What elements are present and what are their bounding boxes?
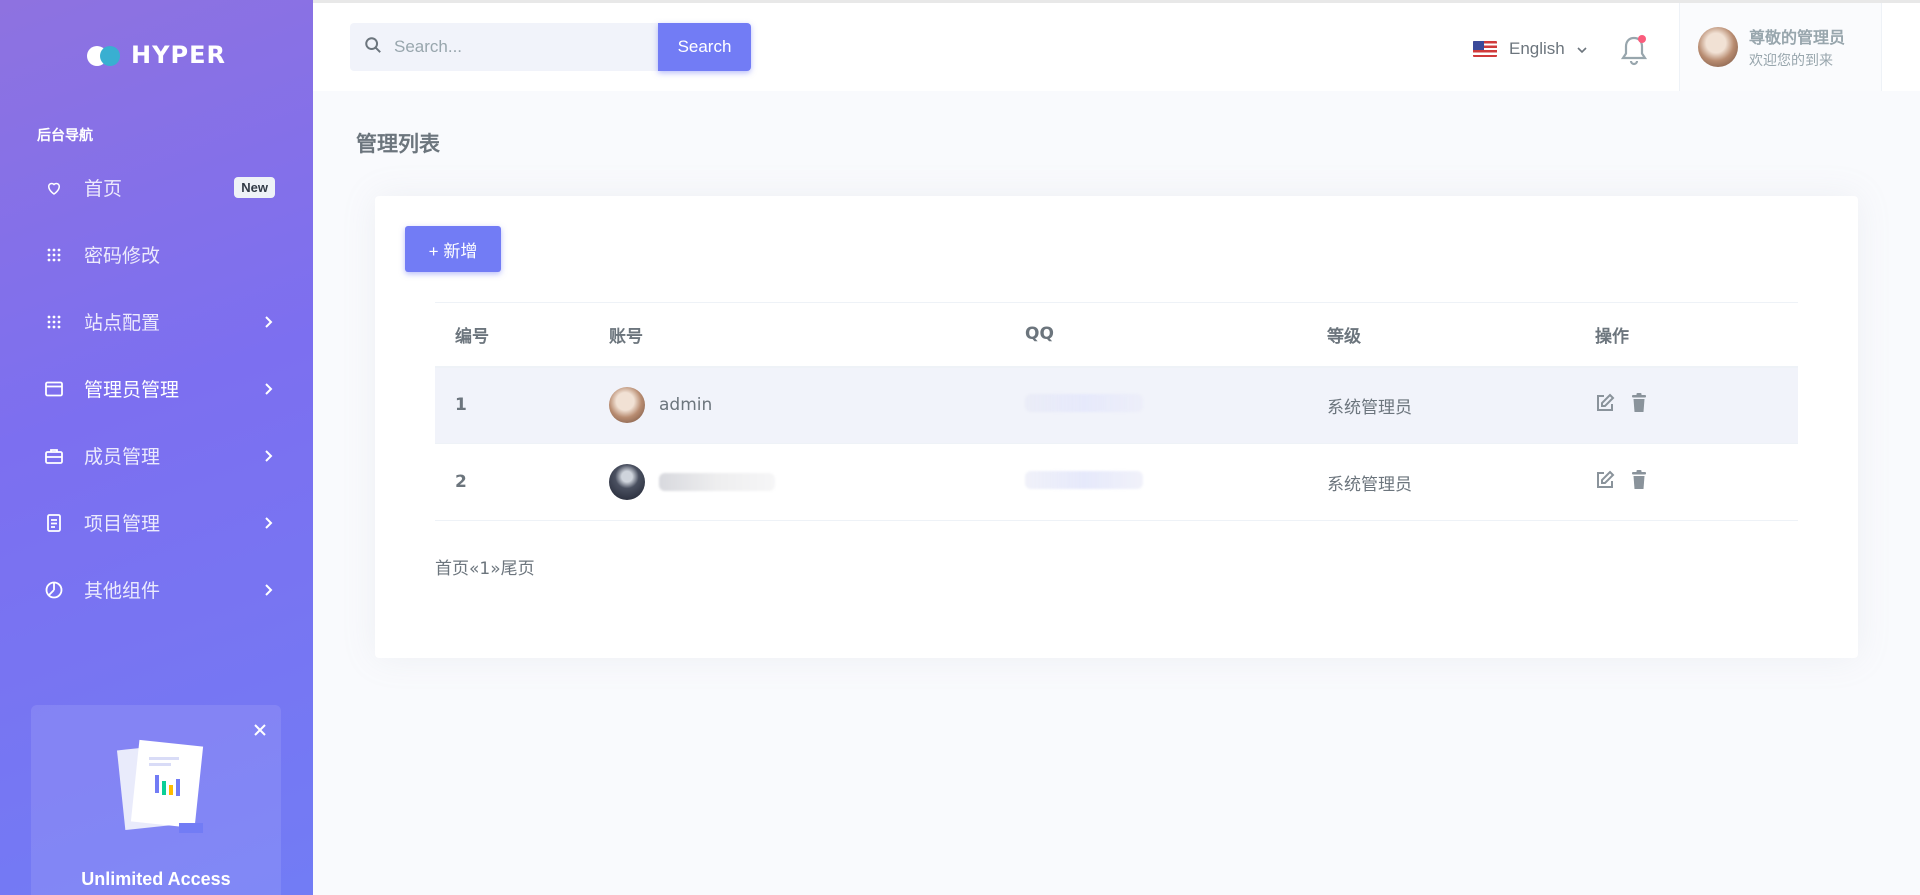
chevron-right-icon	[261, 315, 275, 329]
edit-icon[interactable]	[1595, 393, 1615, 418]
chevron-down-icon	[1577, 39, 1587, 59]
admin-table: 编号 账号 QQ 等级 操作 1 admin 系统管理员 2 系统管理员	[435, 302, 1798, 521]
logo-icon	[87, 44, 123, 66]
brand-name: HYPER	[131, 41, 226, 69]
user-avatar	[1698, 27, 1738, 67]
sidebar-item-label: 成员管理	[84, 446, 161, 468]
sidebar-item-label: 管理员管理	[84, 379, 180, 401]
browser-window-icon	[44, 379, 64, 399]
admin-list-card: + 新增 编号 账号 QQ 等级 操作 1 admin 系统管理员 2 系统管理…	[375, 196, 1858, 658]
search-form: Search	[350, 23, 751, 71]
chevron-right-icon	[261, 516, 275, 530]
language-selector[interactable]: English	[1473, 39, 1587, 59]
edit-icon[interactable]	[1595, 470, 1615, 495]
sidebar-item-label: 项目管理	[84, 513, 161, 535]
column-header-account: 账号	[589, 302, 1005, 368]
language-label: English	[1509, 39, 1565, 58]
column-header-id: 编号	[435, 302, 589, 368]
chevron-right-icon	[261, 382, 275, 396]
report-illustration-icon	[116, 739, 204, 833]
sidebar-item-site-config[interactable]: 站点配置	[0, 288, 313, 355]
notification-dot	[1638, 35, 1646, 43]
row-qq-cell	[1005, 366, 1307, 444]
apps-grid-icon	[44, 312, 64, 332]
row-actions	[1575, 366, 1798, 444]
qq-redacted	[1025, 470, 1143, 489]
sidebar-item-label: 首页	[84, 178, 123, 200]
sidebar: HYPER 后台导航 首页 New 密码修改 站点配置 管理员管理 成员管理 项…	[0, 0, 313, 895]
table-row: 2 系统管理员	[435, 443, 1798, 521]
user-menu[interactable]: 尊敬的管理员 欢迎您的到来	[1679, 3, 1882, 91]
heart-icon	[44, 178, 64, 198]
sidebar-item-member-management[interactable]: 成员管理	[0, 422, 313, 489]
brand-logo[interactable]: HYPER	[0, 0, 313, 110]
add-button[interactable]: + 新增	[405, 226, 501, 272]
briefcase-icon	[44, 446, 64, 466]
search-box	[350, 23, 658, 71]
sidebar-item-label: 其他组件	[84, 580, 161, 602]
topbar: Search English 尊敬的管理员 欢迎您的到来	[313, 0, 1920, 91]
table-header-row: 编号 账号 QQ 等级 操作	[435, 302, 1798, 368]
column-header-qq: QQ	[1005, 302, 1307, 368]
row-account-cell: admin	[589, 366, 1005, 444]
notification-button[interactable]	[1619, 33, 1649, 67]
user-info: 尊敬的管理员 欢迎您的到来	[1749, 24, 1845, 70]
sidebar-item-home[interactable]: 首页 New	[0, 154, 313, 221]
sidebar-item-label: 站点配置	[84, 312, 161, 334]
page-title: 管理列表	[356, 132, 440, 156]
nav-section-title: 后台导航	[37, 128, 93, 144]
search-button[interactable]: Search	[658, 23, 751, 71]
delete-icon[interactable]	[1631, 469, 1647, 495]
row-account-cell	[589, 443, 1005, 521]
column-header-actions: 操作	[1575, 302, 1798, 368]
delete-icon[interactable]	[1631, 392, 1647, 418]
row-id: 1	[435, 366, 589, 444]
sidebar-item-project-management[interactable]: 项目管理	[0, 489, 313, 556]
sidebar-item-password[interactable]: 密码修改	[0, 221, 313, 288]
pagination[interactable]: 首页«1»尾页	[435, 554, 535, 579]
table-row: 1 admin 系统管理员	[435, 366, 1798, 444]
row-level: 系统管理员	[1307, 366, 1575, 444]
account-redacted	[659, 473, 775, 491]
chevron-right-icon	[261, 449, 275, 463]
account-name: admin	[659, 395, 713, 416]
search-input[interactable]	[394, 37, 634, 57]
account-avatar	[609, 464, 645, 500]
pie-chart-icon	[44, 580, 64, 600]
us-flag-icon	[1473, 41, 1497, 57]
column-header-level: 等级	[1307, 302, 1575, 368]
new-badge: New	[234, 177, 275, 198]
row-actions	[1575, 443, 1798, 521]
promo-card: Unlimited Access	[31, 705, 281, 895]
user-subtitle: 欢迎您的到来	[1749, 53, 1833, 69]
row-id: 2	[435, 443, 589, 521]
promo-title: Unlimited Access	[81, 869, 231, 889]
sidebar-item-admin-management[interactable]: 管理员管理	[0, 355, 313, 422]
sidebar-item-label: 密码修改	[84, 245, 161, 267]
search-icon	[364, 36, 382, 58]
row-qq-cell	[1005, 443, 1307, 521]
chevron-right-icon	[261, 583, 275, 597]
row-level: 系统管理员	[1307, 443, 1575, 521]
document-icon	[44, 513, 64, 533]
apps-grid-icon	[44, 245, 64, 265]
qq-redacted	[1025, 393, 1143, 412]
close-icon[interactable]	[251, 721, 269, 739]
sidebar-item-other-components[interactable]: 其他组件	[0, 556, 313, 623]
account-avatar	[609, 387, 645, 424]
user-name: 尊敬的管理员	[1749, 28, 1846, 47]
